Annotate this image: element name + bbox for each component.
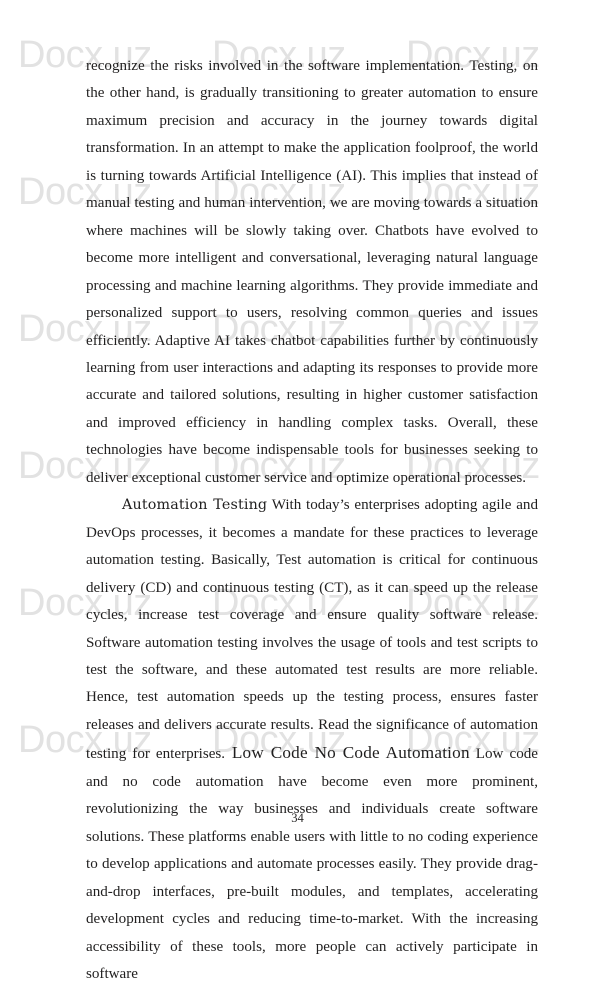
document-text-body: recognize the risks involved in the soft… [86,53,538,988]
inline-heading-low-code-no-code-automation: Low Code No Code Automation [225,743,470,763]
paragraph-automation-testing: Automation Testing With today’s enterpri… [86,492,538,988]
paragraph-automation-testing-text-b: Low code and no code automation have bec… [86,746,538,982]
paragraph-ai-testing: recognize the risks involved in the soft… [86,58,538,486]
page-number: 34 [291,811,304,825]
document-page: recognize the risks involved in the soft… [0,0,595,982]
inline-heading-automation-testing: Automation Testing [122,497,268,514]
paragraph-automation-testing-text-a: With today’s enterprises adopting agile … [86,497,538,763]
